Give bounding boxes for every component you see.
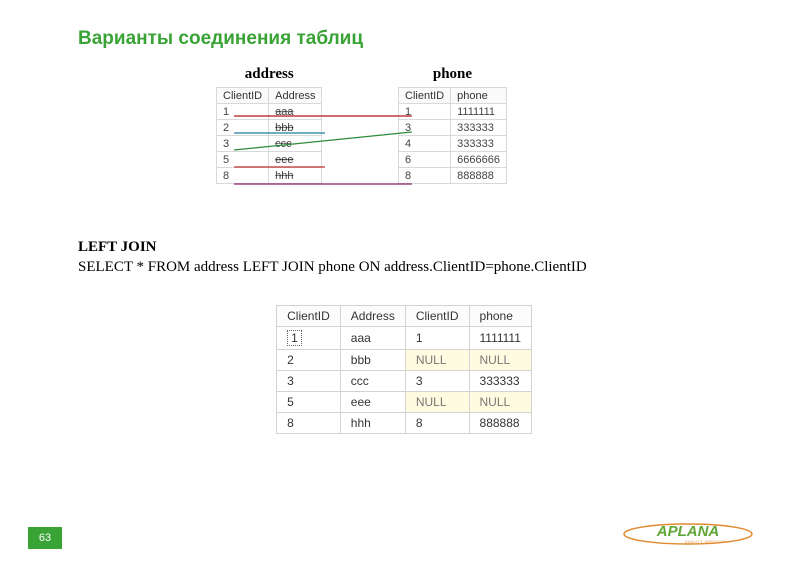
ph-r0-id: 1: [399, 104, 451, 120]
phone-table-block: phone ClientID phone 11111111 3333333 43…: [398, 66, 507, 184]
table-row: 2 bbb NULL NULL: [277, 350, 532, 371]
res-r2-c3: 333333: [469, 371, 531, 392]
addr-r4-val: hhh: [269, 168, 322, 184]
res-h1: Address: [340, 306, 405, 327]
join-sql-text: SELECT * FROM address LEFT JOIN phone ON…: [78, 258, 730, 278]
addr-r1-val: bbb: [269, 120, 322, 136]
address-table: ClientID Address 1aaa 2bbb 3ccc 5eee 8hh…: [216, 87, 322, 184]
ph-r4-val: 888888: [451, 168, 507, 184]
res-r2-c2: 3: [405, 371, 469, 392]
phone-th-phone: phone: [451, 88, 507, 104]
ph-r1-val: 333333: [451, 120, 507, 136]
phone-table: ClientID phone 11111111 3333333 4333333 …: [398, 87, 507, 184]
address-th-address: Address: [269, 88, 322, 104]
address-label: address: [245, 66, 294, 83]
res-r1-c1: bbb: [340, 350, 405, 371]
phone-th-clientid: ClientID: [399, 88, 451, 104]
join-type-label: LEFT JOIN: [78, 238, 730, 258]
res-r4-c1: hhh: [340, 413, 405, 434]
res-r1-c2: NULL: [405, 350, 469, 371]
ph-r3-id: 6: [399, 152, 451, 168]
result-header-row: ClientID Address ClientID phone: [277, 306, 532, 327]
table-row: 5 eee NULL NULL: [277, 392, 532, 413]
res-r4-c0: 8: [277, 413, 341, 434]
ph-r2-val: 333333: [451, 136, 507, 152]
join-text-block: LEFT JOIN SELECT * FROM address LEFT JOI…: [78, 238, 730, 277]
addr-r0-val: aaa: [269, 104, 322, 120]
res-h2: ClientID: [405, 306, 469, 327]
logo-subtitle: QUALITY SERVICES: [685, 540, 727, 544]
addr-r1-id: 2: [217, 120, 269, 136]
slide-title: Варианты соединения таблиц: [78, 28, 730, 50]
result-table: ClientID Address ClientID phone 1 aaa 1 …: [276, 305, 532, 434]
addr-r2-val: ccc: [269, 136, 322, 152]
res-r0-c1: aaa: [340, 327, 405, 350]
ph-r4-id: 8: [399, 168, 451, 184]
phone-label: phone: [433, 66, 472, 83]
page-number-chip: 63: [28, 527, 62, 549]
ph-r2-id: 4: [399, 136, 451, 152]
addr-r3-val: eee: [269, 152, 322, 168]
logo-text: APLANA: [656, 523, 720, 540]
ph-r0-val: 1111111: [451, 104, 507, 120]
source-tables-area: address ClientID Address 1aaa 2bbb 3ccc …: [78, 66, 730, 206]
table-row: 8 hhh 8 888888: [277, 413, 532, 434]
res-r2-c1: ccc: [340, 371, 405, 392]
aplana-logo-icon: APLANA QUALITY SERVICES: [618, 517, 758, 551]
res-r3-c0: 5: [277, 392, 341, 413]
res-r0-c2: 1: [405, 327, 469, 350]
ph-r1-id: 3: [399, 120, 451, 136]
addr-r3-id: 5: [217, 152, 269, 168]
table-row: 1 aaa 1 1111111: [277, 327, 532, 350]
ph-r3-val: 6666666: [451, 152, 507, 168]
res-r1-c0: 2: [277, 350, 341, 371]
res-r3-c3: NULL: [469, 392, 531, 413]
addr-r0-id: 1: [217, 104, 269, 120]
table-row: 3 ccc 3 333333: [277, 371, 532, 392]
res-r2-c0: 3: [277, 371, 341, 392]
res-r0-c3: 1111111: [469, 327, 531, 350]
res-r4-c2: 8: [405, 413, 469, 434]
res-r0-c0: 1: [277, 327, 341, 350]
addr-r4-id: 8: [217, 168, 269, 184]
res-h3: phone: [469, 306, 531, 327]
address-th-clientid: ClientID: [217, 88, 269, 104]
res-r3-c1: eee: [340, 392, 405, 413]
addr-r2-id: 3: [217, 136, 269, 152]
res-h0: ClientID: [277, 306, 341, 327]
address-table-block: address ClientID Address 1aaa 2bbb 3ccc …: [216, 66, 322, 184]
res-r1-c3: NULL: [469, 350, 531, 371]
res-r4-c3: 888888: [469, 413, 531, 434]
res-r3-c2: NULL: [405, 392, 469, 413]
